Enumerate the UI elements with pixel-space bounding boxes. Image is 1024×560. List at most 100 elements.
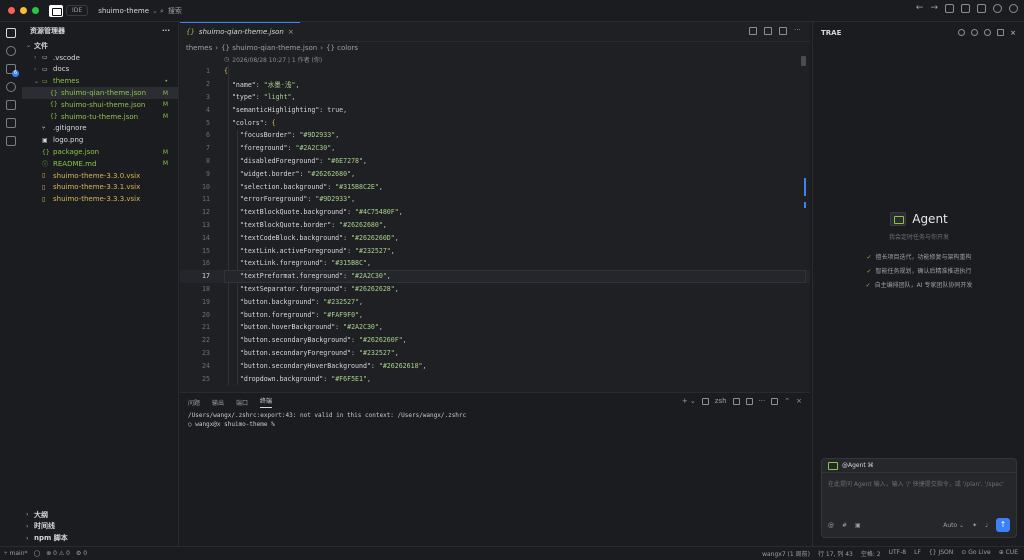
status-item[interactable]: ⑂ main* [4,550,28,557]
status-item[interactable]: ⚙ 0 [76,550,87,557]
status-item[interactable]: 空格: 2 [861,549,881,558]
compare-icon[interactable] [749,27,757,35]
new-chat-icon[interactable] [958,29,966,36]
extensions-icon[interactable] [6,100,16,110]
ide-badge[interactable]: IDE [66,5,89,16]
image-icon[interactable]: ▣ [855,522,861,529]
code-line[interactable]: 16 "textLink.foreground": "#315B8C", [180,257,810,270]
project-switcher[interactable]: shuimo-theme ⌄ [98,7,158,15]
code-line[interactable]: 2 "name": "水墨·浅", [180,78,810,91]
settings-gear-icon[interactable] [993,4,1002,13]
npm-scripts-section[interactable]: › npm 脚本 [22,532,179,544]
file-tree-item[interactable]: {} package.json M [22,146,178,158]
back-arrow-icon[interactable]: ← [916,4,924,13]
code-line[interactable]: 6 "focusBorder": "#9D2933", [180,129,810,142]
code-line[interactable]: 13 "textBlockQuote.border": "#26262680", [180,219,810,232]
status-item[interactable]: 行 17, 列 43 [818,549,853,558]
chat-placeholder[interactable]: 在此提问 Agent 输入，输入 '/' 快捷提交指令，或 '/plan', '… [822,473,1016,496]
file-tree-item[interactable]: ⓘ README.md M [22,158,178,170]
close-window-button[interactable] [8,7,15,14]
agent-mention-chip[interactable]: @Agent ⌘ [822,459,1016,473]
editor-tab[interactable]: {} shuimo-qian-theme.json × [180,21,300,42]
chevron-up-icon[interactable]: ⌃ [784,397,790,405]
file-tree-item[interactable]: ▯ shuimo-theme-3.3.0.vsix [22,170,178,182]
breadcrumb-symbol[interactable]: {} colors [326,44,358,52]
file-tree-item[interactable]: ⌄ ▭ themes • [22,75,178,87]
code-line[interactable]: 21 "button.hoverBackground": "#2A2C30", [180,321,810,334]
tab-output[interactable]: 输出 [212,398,224,407]
tab-terminal[interactable]: 终端 [260,396,273,408]
file-tree-item[interactable]: ▯ shuimo-theme-3.3.1.vsix [22,182,178,194]
code-line[interactable]: 3 "type": "light", [180,91,810,104]
toggle-panel-icon[interactable] [961,4,970,13]
explorer-icon[interactable] [6,28,16,38]
outline-section[interactable]: › 大纲 [22,509,179,521]
tab-problems[interactable]: 问题 [188,398,200,407]
restore-panel-icon[interactable] [771,397,779,405]
more-actions-icon[interactable]: ··· [162,27,170,35]
breadcrumb-file[interactable]: {} shuimo-qian-theme.json [221,44,317,52]
file-tree-item[interactable]: › ▭ .vscode [22,52,178,64]
status-item[interactable]: ⊗ 0 ⚠ 0 [46,550,70,557]
forward-arrow-icon[interactable]: → [930,4,938,13]
model-select[interactable]: Auto ⌄ [943,522,964,529]
code-line[interactable]: 17 "textPreformat.foreground": "#2A2C30"… [180,269,810,283]
minimize-window-button[interactable] [20,7,27,14]
file-tree-item[interactable]: ⑂ .gitignore [22,123,178,135]
status-item[interactable]: wangx7 (1 周前) [762,549,810,558]
code-line[interactable]: 12 "textBlockQuote.background": "#4C7548… [180,206,810,219]
code-line[interactable]: 11 "errorForeground": "#9D2933", [180,193,810,206]
code-line[interactable]: 1{ [180,65,810,78]
code-line[interactable]: 5 "colors": { [180,116,810,129]
code-view[interactable]: 1{2 "name": "水墨·浅", 3 "type": "light", 4 "… [180,65,810,385]
toggle-sidebar-icon[interactable] [945,4,954,13]
status-item[interactable]: UTF-8 [889,549,907,558]
toggle-aux-bar-icon[interactable] [977,4,986,13]
split-terminal-icon[interactable] [732,397,740,405]
open-external-icon[interactable] [997,29,1005,36]
file-tree-item[interactable]: ▣ logo.png [22,134,178,146]
code-line[interactable]: 14 "textCodeBlock.background": "#2626260… [180,231,810,244]
open-changes-icon[interactable] [764,27,772,35]
file-tree-item[interactable]: ▯ shuimo-theme-3.3.3.vsix [22,193,178,205]
sparkle-icon[interactable]: ✦ [972,522,977,529]
timeline-section[interactable]: › 时间线 [22,520,179,532]
breadcrumb-folder[interactable]: themes [186,44,212,52]
new-terminal-icon[interactable]: + ⌄ [682,397,696,405]
account-icon[interactable] [1009,4,1018,13]
history-icon[interactable] [971,29,979,36]
close-tab-icon[interactable]: × [288,28,294,36]
code-line[interactable]: 19 "button.background": "#232527", [180,295,810,308]
maximize-window-button[interactable] [32,7,39,14]
root-folder[interactable]: ⌄ 文件 [22,40,178,52]
mention-icon[interactable]: @ [828,522,834,529]
status-item[interactable]: LF [914,549,921,558]
grid-apps-icon[interactable] [6,136,16,146]
more-actions-icon[interactable]: ··· [759,397,766,405]
code-line[interactable]: 18 "textSeparator.foreground": "#2626262… [180,283,810,296]
file-tree-item[interactable]: {} shuimo-tu-theme.json M [22,111,178,123]
code-line[interactable]: 24 "button.secondaryHoverBackground": "#… [180,359,810,372]
close-icon[interactable]: × [1010,29,1016,37]
file-tree-item[interactable]: {} shuimo-shui-theme.json M [22,99,178,111]
code-line[interactable]: 4 "semanticHighlighting": true, [180,103,810,116]
code-line[interactable]: 25 "dropdown.background": "#F6F5E1", [180,372,810,385]
hash-icon[interactable]: # [842,522,847,529]
status-item[interactable]: ◯ [34,550,41,557]
git-blame-lens[interactable]: ◷ 2026/08/28 10:27 | 1 作者 (你) [224,54,810,65]
code-line[interactable]: 20 "button.foreground": "#FAF9F0", [180,308,810,321]
status-item[interactable]: ⊕ CUE [999,549,1018,558]
trash-icon[interactable] [745,397,753,405]
settings-icon[interactable] [984,29,992,36]
chat-input-box[interactable]: @Agent ⌘ 在此提问 Agent 输入，输入 '/' 快捷提交指令，或 '… [821,458,1017,538]
terminal-output[interactable]: /Users/wangx/.zshrc:export:43: not valid… [180,411,810,429]
run-debug-icon[interactable] [6,82,16,92]
search-icon[interactable] [6,46,16,56]
shell-name[interactable]: zsh [715,397,727,405]
search-input[interactable]: ⌕ 搜索 [160,4,660,18]
file-tree-item[interactable]: › ▭ docs [22,64,178,76]
status-item[interactable]: ⊙ Go Live [961,549,990,558]
split-editor-icon[interactable] [779,27,787,35]
tab-ports[interactable]: 端口 [236,398,248,407]
file-tree-item[interactable]: {} shuimo-qian-theme.json M [22,87,178,99]
